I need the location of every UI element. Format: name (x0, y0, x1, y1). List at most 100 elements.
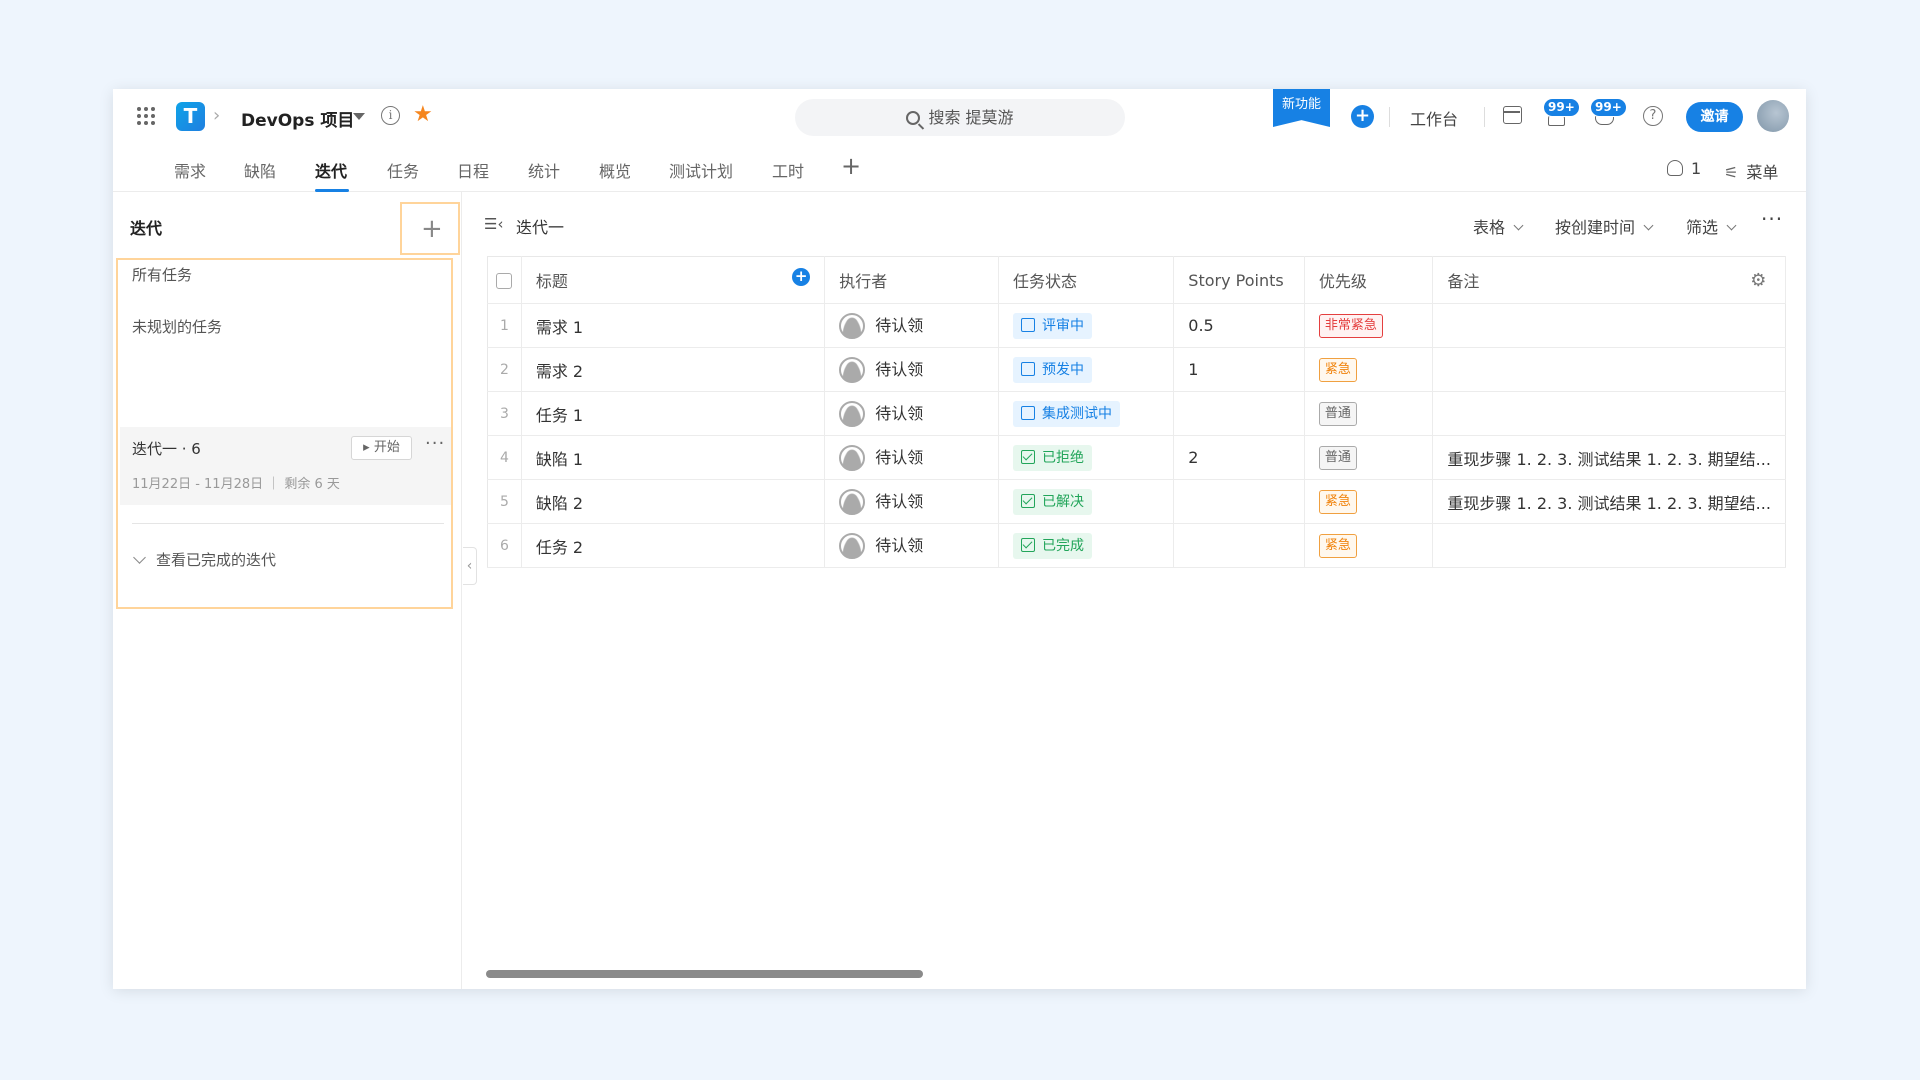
column-priority[interactable]: 优先级 (1304, 256, 1434, 304)
calendar-icon[interactable] (1503, 106, 1522, 124)
add-tab-icon[interactable]: + (841, 152, 861, 180)
tab-defects[interactable]: 缺陷 (244, 158, 276, 182)
priority-badge[interactable]: 非常紧急 (1318, 313, 1383, 338)
table-row[interactable]: 3 任务 1 待认领 集成测试中 普通 (487, 391, 1786, 436)
gear-icon[interactable]: ⚙ (1750, 270, 1766, 291)
column-assignee[interactable]: 执行者 (824, 256, 999, 304)
more-icon[interactable]: ··· (425, 433, 445, 454)
tab-work-hours[interactable]: 工时 (772, 158, 804, 182)
app-grid-icon[interactable] (137, 107, 155, 125)
sidebar-item-all-tasks[interactable]: 所有任务 (132, 264, 192, 285)
row-notes[interactable] (1432, 347, 1786, 392)
add-column-icon[interactable]: + (792, 268, 811, 286)
priority-badge[interactable]: 紧急 (1318, 533, 1357, 558)
priority-badge[interactable]: 紧急 (1318, 489, 1357, 514)
start-iteration-button[interactable]: ▸ 开始 (351, 436, 412, 460)
column-settings[interactable]: ⚙ (1731, 256, 1786, 304)
status-badge[interactable]: 已解决 (1013, 488, 1092, 515)
select-all-checkbox[interactable] (496, 272, 513, 289)
row-priority[interactable]: 普通 (1304, 391, 1434, 436)
row-assignee[interactable]: 待认领 (824, 347, 999, 392)
sort-dropdown[interactable]: 按创建时间 (1555, 214, 1654, 238)
table-row[interactable]: 4 缺陷 1 待认领 已拒绝 2 普通 重现步骤 1. 2. 3. 测试结果 1. 2. 3… (487, 435, 1786, 480)
row-status[interactable]: 预发中 (998, 347, 1175, 392)
row-notes[interactable] (1432, 391, 1786, 436)
priority-badge[interactable]: 紧急 (1318, 357, 1357, 382)
invite-button[interactable]: 邀请 (1686, 102, 1743, 132)
row-status[interactable]: 评审中 (998, 303, 1175, 348)
view-completed-iterations[interactable]: 查看已完成的迭代 (132, 549, 276, 570)
row-status[interactable]: 集成测试中 (998, 391, 1175, 436)
table-row[interactable]: 5 缺陷 2 待认领 已解决 紧急 重现步骤 1. 2. 3. 测试结果 1. 2. 3.… (487, 479, 1786, 524)
row-status[interactable]: 已完成 (998, 523, 1175, 568)
row-priority[interactable]: 紧急 (1304, 523, 1434, 568)
row-title[interactable]: 缺陷 2 (521, 479, 826, 524)
priority-badge[interactable]: 普通 (1318, 401, 1357, 426)
collapse-sidebar-handle[interactable]: ‹ (463, 547, 477, 585)
horizontal-scrollbar[interactable] (486, 970, 923, 978)
status-badge[interactable]: 预发中 (1013, 356, 1092, 383)
project-dropdown-icon[interactable] (353, 113, 365, 120)
select-all-cell[interactable] (487, 256, 522, 304)
status-badge[interactable]: 集成测试中 (1013, 400, 1120, 427)
row-priority[interactable]: 普通 (1304, 435, 1434, 480)
new-feature-ribbon[interactable]: 新功能 (1273, 89, 1330, 127)
tab-iterations[interactable]: 迭代 (315, 158, 347, 182)
row-notes[interactable]: 重现步骤 1. 2. 3. 测试结果 1. 2. 3. 期望结... (1432, 479, 1786, 524)
row-story-points[interactable]: 0.5 (1173, 303, 1305, 348)
tab-test-plan[interactable]: 测试计划 (669, 158, 733, 182)
user-avatar[interactable] (1757, 100, 1789, 132)
view-switcher[interactable]: 表格 (1473, 214, 1524, 238)
row-title[interactable]: 需求 1 (521, 303, 826, 348)
table-row[interactable]: 2 需求 2 待认领 预发中 1 紧急 (487, 347, 1786, 392)
row-assignee[interactable]: 待认领 (824, 435, 999, 480)
row-story-points[interactable] (1173, 479, 1305, 524)
row-story-points[interactable]: 2 (1173, 435, 1305, 480)
tab-requirements[interactable]: 需求 (174, 158, 206, 182)
row-notes[interactable]: 重现步骤 1. 2. 3. 测试结果 1. 2. 3. 期望结... (1432, 435, 1786, 480)
row-title[interactable]: 任务 2 (521, 523, 826, 568)
tab-tasks[interactable]: 任务 (387, 158, 419, 182)
column-story-points[interactable]: Story Points (1173, 256, 1305, 304)
status-badge[interactable]: 评审中 (1013, 312, 1092, 339)
app-logo[interactable]: T (176, 102, 205, 131)
row-notes[interactable] (1432, 303, 1786, 348)
row-story-points[interactable] (1173, 391, 1305, 436)
filter-dropdown[interactable]: 筛选 (1686, 214, 1737, 238)
tab-overview[interactable]: 概览 (599, 158, 631, 182)
tab-schedule[interactable]: 日程 (457, 158, 489, 182)
tab-statistics[interactable]: 统计 (528, 158, 560, 182)
row-assignee[interactable]: 待认领 (824, 303, 999, 348)
workbench-link[interactable]: 工作台 (1410, 106, 1458, 130)
status-badge[interactable]: 已拒绝 (1013, 444, 1092, 471)
row-title[interactable]: 任务 1 (521, 391, 826, 436)
row-status[interactable]: 已拒绝 (998, 435, 1175, 480)
row-story-points[interactable]: 1 (1173, 347, 1305, 392)
row-priority[interactable]: 紧急 (1304, 479, 1434, 524)
column-status[interactable]: 任务状态 (998, 256, 1175, 304)
row-status[interactable]: 已解决 (998, 479, 1175, 524)
row-title[interactable]: 缺陷 1 (521, 435, 826, 480)
project-name[interactable]: DevOps 项目 (241, 106, 354, 131)
column-title[interactable]: 标题 + (521, 256, 826, 304)
info-icon[interactable]: i (381, 106, 400, 125)
table-row[interactable]: 1 需求 1 待认领 评审中 0.5 非常紧急 (487, 303, 1786, 348)
column-notes[interactable]: 备注 (1432, 256, 1732, 304)
table-row[interactable]: 6 任务 2 待认领 已完成 紧急 (487, 523, 1786, 568)
status-badge[interactable]: 已完成 (1013, 532, 1092, 559)
row-story-points[interactable] (1173, 523, 1305, 568)
star-icon[interactable]: ★ (413, 102, 433, 127)
toggle-sidebar-icon[interactable]: ☰‹ (484, 215, 503, 233)
row-priority[interactable]: 紧急 (1304, 347, 1434, 392)
more-options-icon[interactable]: ··· (1761, 207, 1783, 231)
priority-badge[interactable]: 普通 (1318, 445, 1357, 470)
row-assignee[interactable]: 待认领 (824, 479, 999, 524)
help-icon[interactable]: ? (1643, 106, 1663, 126)
sidebar-item-iteration[interactable]: 迭代一 · 6 ▸ 开始 ··· 11月22日 - 11月28日 ｜ 剩余 6 … (120, 427, 451, 505)
members-button[interactable]: 1 (1667, 159, 1701, 178)
row-assignee[interactable]: 待认领 (824, 391, 999, 436)
menu-button[interactable]: ⚟ 菜单 (1724, 159, 1778, 183)
add-iteration-button[interactable]: + (400, 202, 460, 255)
create-plus-icon[interactable]: + (1351, 105, 1374, 128)
search-bar[interactable]: 搜索 提莫游 (795, 99, 1125, 136)
